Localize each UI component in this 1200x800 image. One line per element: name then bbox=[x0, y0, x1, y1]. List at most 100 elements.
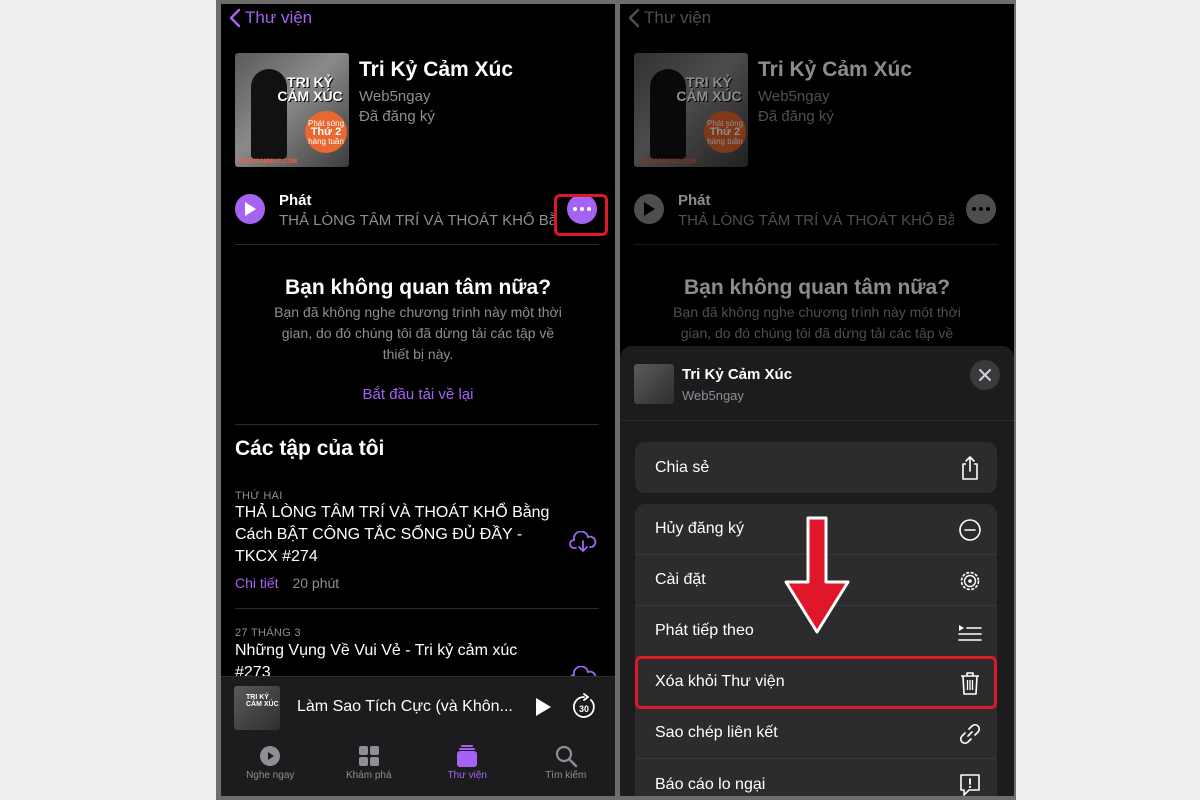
sheet-author: Web5ngay bbox=[682, 388, 744, 403]
episodes-section-title: Các tập của tôi bbox=[235, 437, 385, 460]
phone-options-sheet-screen: Thư viện TRI KỶ CẢM XÚC Phát sóng Thứ 2 … bbox=[620, 4, 1014, 796]
episode-detail-link[interactable]: Chi tiết bbox=[235, 575, 279, 591]
phone-library-screen: Thư viện TRI KỶ CẢM XÚC Phát sóng Thứ 2 … bbox=[221, 4, 615, 796]
share-icon bbox=[962, 456, 978, 480]
chevron-left-icon bbox=[229, 8, 241, 28]
tab-label: Nghe ngay bbox=[246, 770, 295, 781]
podcast-cover: TRI KỶ CẢM XÚC Phát sóng Thứ 2 hàng tuần… bbox=[235, 53, 349, 167]
menu-item-label: Báo cáo lo ngại bbox=[655, 775, 766, 793]
cover-badge: Phát sóng Thứ 2 hàng tuần bbox=[704, 111, 746, 153]
menu-item-label: Hủy đăng ký bbox=[655, 520, 744, 537]
mini-player[interactable]: TRI KỶ CẢM XÚC Làm Sao Tích Cực (và Khôn… bbox=[221, 676, 615, 736]
podcast-author: Web5ngay bbox=[758, 88, 830, 105]
more-dot-icon bbox=[979, 207, 983, 211]
menu-item-label: Sao chép liên kết bbox=[655, 724, 778, 741]
podcast-cover: TRI KỶ CẢM XÚC Phát sóng Thứ 2 hàng tuần… bbox=[634, 53, 748, 167]
episode-date: 27 THÁNG 3 bbox=[235, 627, 301, 639]
play-row: Phát THẢ LÒNG TÂM TRÍ VÀ THOÁT KHỔ Bằ... bbox=[634, 188, 1004, 234]
back-label: Thư viện bbox=[644, 8, 712, 27]
tab-label: Khám phá bbox=[345, 770, 392, 781]
play-next-icon bbox=[958, 625, 982, 641]
play-episode-title: THẢ LÒNG TÂM TRÍ VÀ THOÁT KHỔ Bằ... bbox=[678, 212, 954, 229]
skip-forward-icon[interactable]: 30 bbox=[571, 693, 597, 721]
badge-mid: Thứ 2 bbox=[709, 125, 741, 138]
badge-bottom: hàng tuần bbox=[707, 136, 743, 146]
tab-library[interactable]: Thư viện bbox=[418, 736, 517, 796]
cover-title: TRI KỶ CẢM XÚC bbox=[676, 74, 742, 104]
menu-item-share[interactable]: Chia sẻ bbox=[635, 442, 997, 493]
tab-search[interactable]: Tìm kiếm bbox=[517, 736, 616, 796]
search-icon bbox=[555, 745, 577, 768]
sheet-cover bbox=[634, 364, 674, 404]
notice-description: Bạn đã không nghe chương trình này một t… bbox=[274, 304, 562, 362]
menu-item-copy-link[interactable]: Sao chép liên kết bbox=[635, 708, 997, 759]
divider bbox=[235, 608, 599, 609]
episode-title[interactable]: THẢ LÒNG TÂM TRÍ VÀ THOÁT KHỔ Bằng Cách … bbox=[235, 502, 555, 568]
badge-mid: Thứ 2 bbox=[310, 125, 342, 138]
back-button[interactable]: Thư viện bbox=[229, 8, 312, 28]
close-icon bbox=[979, 369, 991, 381]
back-button: Thư viện bbox=[628, 8, 711, 28]
restart-download-link[interactable]: Bắt đầu tải về lại bbox=[221, 386, 615, 403]
mini-player-title: Làm Sao Tích Cực (và Khôn... bbox=[297, 698, 513, 715]
subscription-status: Đã đăng ký bbox=[359, 108, 435, 125]
tab-listen-now[interactable]: Nghe ngay bbox=[221, 736, 320, 796]
play-button[interactable] bbox=[235, 194, 265, 224]
tab-label: Tìm kiếm bbox=[545, 770, 587, 781]
play-row[interactable]: Phát THẢ LÒNG TÂM TRÍ VÀ THOÁT KHỔ Bằ... bbox=[235, 188, 605, 234]
play-icon bbox=[644, 202, 655, 216]
cover-site: TRIKYCAMXUC.COM bbox=[636, 159, 696, 165]
podcast-author[interactable]: Web5ngay bbox=[359, 88, 430, 105]
report-icon bbox=[960, 774, 980, 796]
subscription-status: Đã đăng ký bbox=[758, 108, 834, 125]
play-label: Phát bbox=[279, 192, 312, 209]
divider bbox=[235, 244, 599, 245]
more-dot-icon bbox=[986, 207, 990, 211]
menu-item-label: Cài đặt bbox=[655, 571, 706, 588]
chevron-left-icon bbox=[628, 8, 640, 28]
mini-player-cover: TRI KỶ CẢM XÚC bbox=[234, 686, 280, 730]
red-arrow-down-icon bbox=[784, 516, 850, 634]
link-icon bbox=[959, 723, 981, 745]
episode-duration: 20 phút bbox=[292, 575, 340, 591]
divider bbox=[634, 244, 998, 245]
episode-date: THỨ HAI bbox=[235, 490, 283, 502]
more-dot-icon bbox=[972, 207, 976, 211]
highlight-more-button bbox=[554, 194, 608, 236]
grid-icon bbox=[358, 746, 379, 766]
play-icon bbox=[245, 202, 256, 216]
play-label: Phát bbox=[678, 192, 711, 209]
notice-title: Bạn không quan tâm nữa? bbox=[683, 276, 951, 299]
cover-site: TRIKYCAMXUC.COM bbox=[237, 159, 297, 165]
podcast-title: Tri Kỷ Cảm Xúc bbox=[758, 58, 913, 81]
more-options-button bbox=[966, 194, 996, 224]
cover-badge: Phát sóng Thứ 2 hàng tuần bbox=[305, 111, 347, 153]
tab-label: Thư viện bbox=[447, 770, 488, 781]
play-button bbox=[634, 194, 664, 224]
cover-title: TRI KỶ CẢM XÚC bbox=[277, 74, 343, 104]
play-episode-title: THẢ LÒNG TÂM TRÍ VÀ THOÁT KHỔ Bằ... bbox=[279, 212, 555, 229]
play-circle-icon bbox=[260, 746, 281, 766]
notice-title: Bạn không quan tâm nữa? bbox=[284, 276, 552, 299]
sheet-title: Tri Kỷ Cảm Xúc bbox=[682, 366, 793, 383]
divider bbox=[235, 424, 599, 425]
back-label: Thư viện bbox=[245, 8, 313, 27]
tab-bar: Nghe ngay Khám phá Thư viện Tìm kiếm bbox=[221, 736, 615, 796]
minus-circle-icon bbox=[959, 519, 981, 541]
episode-meta: Chi tiết 20 phút bbox=[235, 575, 339, 591]
close-button[interactable] bbox=[970, 360, 1000, 390]
sheet-separator bbox=[620, 420, 1014, 421]
play-icon[interactable] bbox=[535, 697, 551, 717]
cloud-download-icon[interactable] bbox=[569, 531, 597, 553]
highlight-remove-item bbox=[635, 656, 997, 709]
gear-icon bbox=[960, 571, 980, 591]
menu-item-report-concern[interactable]: Báo cáo lo ngại bbox=[635, 759, 997, 796]
mini-cover-title: TRI KỶ CẢM XÚC bbox=[246, 694, 279, 708]
library-icon bbox=[457, 745, 478, 767]
tab-browse[interactable]: Khám phá bbox=[320, 736, 419, 796]
podcast-title: Tri Kỷ Cảm Xúc bbox=[359, 58, 514, 81]
badge-bottom: hàng tuần bbox=[308, 136, 344, 146]
menu-item-label: Phát tiếp theo bbox=[655, 622, 754, 639]
menu-item-label: Chia sẻ bbox=[655, 458, 710, 476]
skip-seconds: 30 bbox=[579, 704, 589, 714]
